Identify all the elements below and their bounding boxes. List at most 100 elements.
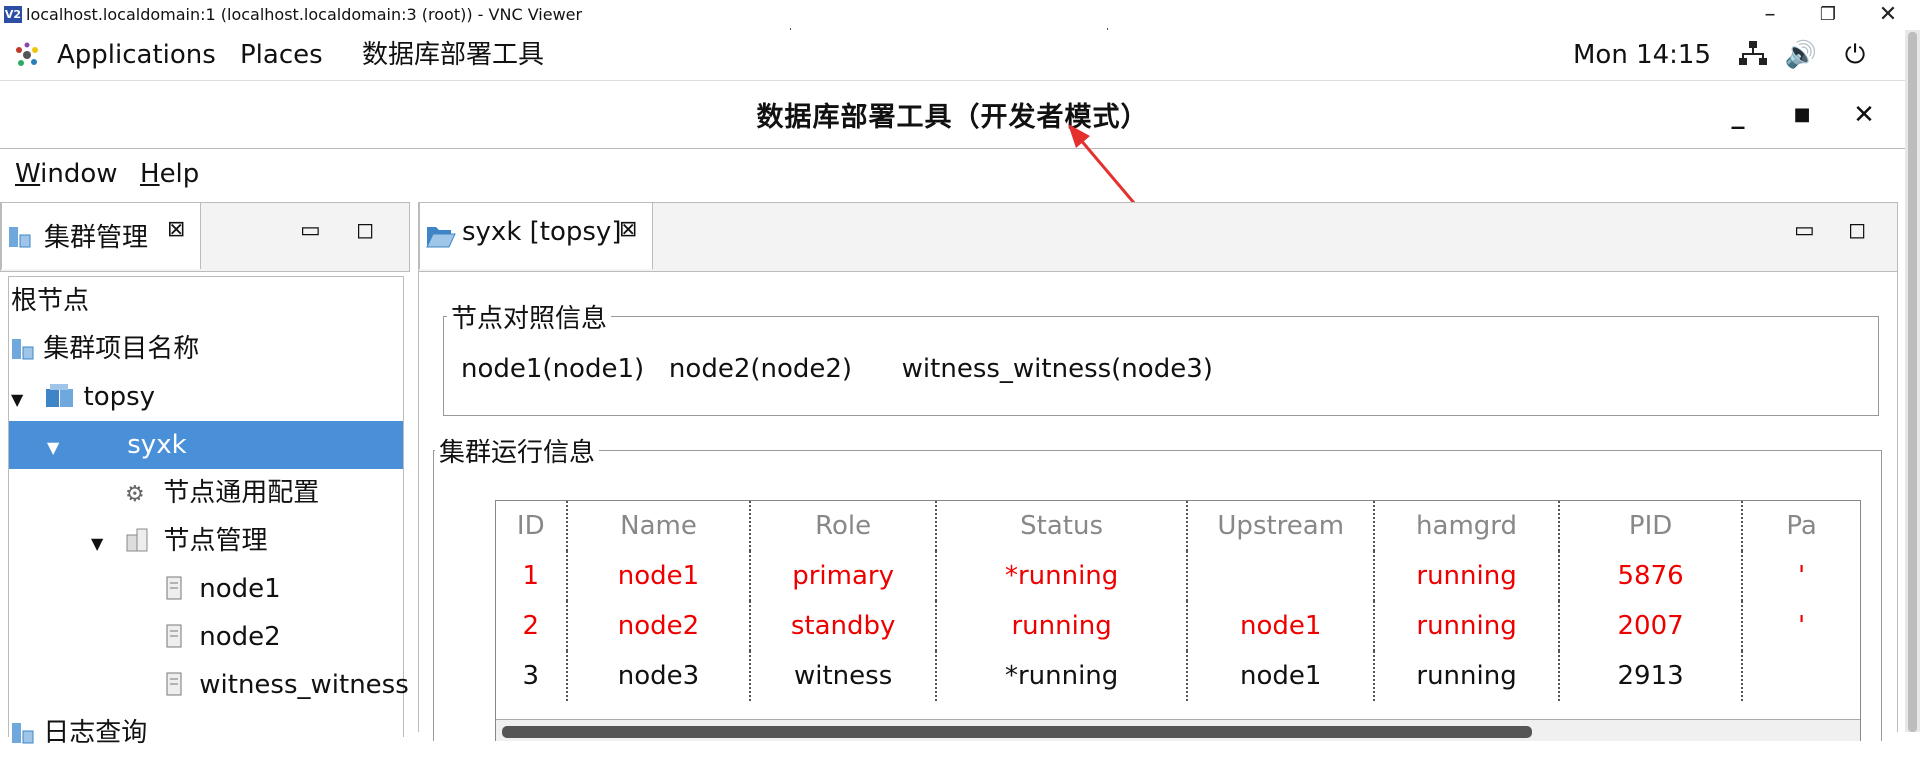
column-header[interactable]: Status — [935, 501, 1189, 551]
table-row[interactable]: 2 node2 standby running node1 running 20… — [496, 601, 1860, 651]
desktop-top-bar: Applications Places 数据库部署工具 Mon 14:15 🔊 … — [0, 30, 1905, 81]
table-cell: running — [1374, 651, 1561, 701]
tree-item-cluster-project[interactable]: 集群项目名称 — [11, 325, 199, 373]
vnc-titlebar: V2 localhost.localdomain:1 (localhost.lo… — [0, 0, 1920, 31]
cluster-icon — [8, 225, 32, 249]
table-cell: 3 — [496, 651, 568, 701]
tab-syxk-label: syxk [topsy] — [462, 217, 622, 247]
network-icon[interactable] — [1736, 38, 1770, 72]
cluster-table-container: ID Name Role Status Upstream hamgrd PID … — [495, 500, 1861, 741]
table-row[interactable]: 1 node1 primary *running running 5876 ' — [496, 551, 1860, 601]
maximize-icon[interactable]: ■ — [1784, 97, 1820, 133]
table-row[interactable]: 3 node3 witness *running node1 running 2… — [496, 651, 1860, 701]
cluster-info-legend: 集群运行信息 — [435, 432, 600, 469]
table-header-row: ID Name Role Status Upstream hamgrd PID … — [496, 501, 1860, 551]
tree-root[interactable]: 根节点 — [11, 277, 89, 325]
collapse-arrow-icon[interactable]: ▼ — [11, 376, 37, 424]
tree-item-label: node2 — [199, 622, 281, 652]
panel-minimize-icon[interactable]: ▭ — [300, 218, 321, 243]
table-cell: node1 — [1187, 651, 1376, 701]
applications-menu[interactable]: Applications — [57, 36, 216, 74]
column-header[interactable]: hamgrd — [1374, 501, 1561, 551]
cluster-icon — [11, 713, 35, 744]
column-header[interactable]: PID — [1559, 501, 1744, 551]
table-scrollbar-thumb[interactable] — [502, 726, 1532, 738]
table-cell: standby — [750, 601, 937, 651]
close-icon[interactable]: ✕ — [1846, 97, 1882, 133]
editor-panel: syxk [topsy] ⊠ ▭ ◻ 节点对照信息 node1(node1) n… — [418, 202, 1898, 741]
vnc-close-icon[interactable]: ✕ — [1868, 0, 1908, 30]
vnc-logo-icon: V2 — [4, 6, 22, 23]
tree-item-label: 节点通用配置 — [163, 478, 320, 508]
tree-item-label: 集群项目名称 — [43, 334, 200, 364]
column-header[interactable]: Role — [750, 501, 937, 551]
tree-item-node1[interactable]: node1 — [163, 565, 281, 613]
cluster-group-icon — [45, 377, 75, 407]
table-cell: node1 — [1187, 601, 1376, 651]
panel-minimize-icon[interactable]: ▭ — [1794, 218, 1815, 243]
server-icon — [163, 569, 191, 600]
table-cell: running — [1374, 601, 1561, 651]
tab-cluster-management-label: 集群管理 — [44, 223, 149, 253]
tree-item-label: 日志查询 — [43, 718, 148, 748]
table-cell: ' — [1797, 561, 1806, 591]
table-cell: 1 — [496, 551, 568, 601]
places-menu[interactable]: Places — [240, 36, 323, 74]
collapse-arrow-icon[interactable]: ▼ — [9, 424, 99, 472]
table-cell: running — [1374, 551, 1561, 601]
close-tab-icon[interactable]: ⊠ — [619, 217, 637, 242]
tree-item-witness[interactable]: witness_witness — [163, 661, 409, 709]
tree-item-label: syxk — [127, 430, 187, 460]
vnc-restore-icon[interactable]: ❐ — [1808, 0, 1848, 30]
applications-icon — [14, 42, 40, 68]
tree-item-node-management[interactable]: ▼ 节点管理 — [91, 517, 268, 565]
column-header[interactable]: Pa — [1742, 501, 1860, 551]
tree-item-label: witness_witness — [199, 670, 409, 700]
help-menu[interactable]: Help — [140, 157, 199, 191]
folder-open-icon — [426, 223, 456, 249]
tree-item-label: node1 — [199, 574, 281, 604]
node-mapping-text: node1(node1) node2(node2) witness_witnes… — [461, 354, 1213, 384]
server-group-icon — [125, 521, 155, 552]
tree-item-label: topsy — [83, 382, 156, 412]
tree-item-log-query[interactable]: 日志查询 — [11, 709, 147, 757]
vnc-scrollbar[interactable] — [1905, 30, 1920, 732]
close-tab-icon[interactable]: ⊠ — [167, 217, 185, 242]
table-cell: *running — [935, 651, 1189, 701]
minimize-icon[interactable]: _ — [1720, 97, 1756, 133]
table-cell: node2 — [566, 601, 752, 651]
window-menu[interactable]: Window — [15, 157, 118, 191]
column-header[interactable]: Name — [566, 501, 752, 551]
panel-maximize-icon[interactable]: ◻ — [356, 218, 374, 243]
collapse-arrow-icon[interactable]: ▼ — [91, 520, 117, 568]
server-icon — [163, 665, 191, 696]
column-header[interactable]: ID — [496, 501, 568, 551]
tree-item-node2[interactable]: node2 — [163, 613, 281, 661]
window-title: 数据库部署工具（开发者模式） — [756, 102, 1149, 133]
tree-item-topsy[interactable]: ▼ topsy — [11, 373, 155, 421]
tab-cluster-management[interactable]: 集群管理 ⊠ — [1, 202, 201, 269]
cluster-icon — [11, 329, 35, 360]
vnc-title: localhost.localdomain:1 (localhost.local… — [26, 5, 583, 24]
tree-item-syxk[interactable]: ▼ syxk — [9, 421, 403, 469]
cluster-tree: 根节点 集群项目名称 ▼ topsy ▼ syxk ⚙ 节点通用配置 ▼ 节点管… — [8, 276, 409, 748]
tab-syxk[interactable]: syxk [topsy] ⊠ — [419, 202, 653, 269]
volume-icon[interactable]: 🔊 — [1784, 38, 1818, 72]
clock[interactable]: Mon 14:15 — [1573, 36, 1711, 74]
tree-item-node-common-config[interactable]: ⚙ 节点通用配置 — [125, 469, 319, 517]
app-titlebar: 数据库部署工具（开发者模式） _ ■ ✕ — [0, 81, 1905, 149]
power-icon[interactable]: ⏻ — [1838, 38, 1872, 72]
server-icon — [163, 617, 191, 648]
table-cell: node3 — [566, 651, 752, 701]
table-cell: 2913 — [1559, 651, 1744, 701]
app-menu[interactable]: 数据库部署工具 — [362, 36, 544, 74]
vnc-minimize-icon[interactable]: – — [1750, 0, 1790, 30]
table-cell: witness — [750, 651, 937, 701]
panel-maximize-icon[interactable]: ◻ — [1848, 218, 1866, 243]
column-header[interactable]: Upstream — [1187, 501, 1376, 551]
table-cell: *running — [935, 551, 1189, 601]
table-cell — [1742, 651, 1860, 701]
table-horizontal-scrollbar[interactable] — [496, 719, 1860, 741]
vnc-scrollbar-thumb[interactable] — [1908, 32, 1917, 732]
tree-item-label: 节点管理 — [163, 526, 268, 556]
